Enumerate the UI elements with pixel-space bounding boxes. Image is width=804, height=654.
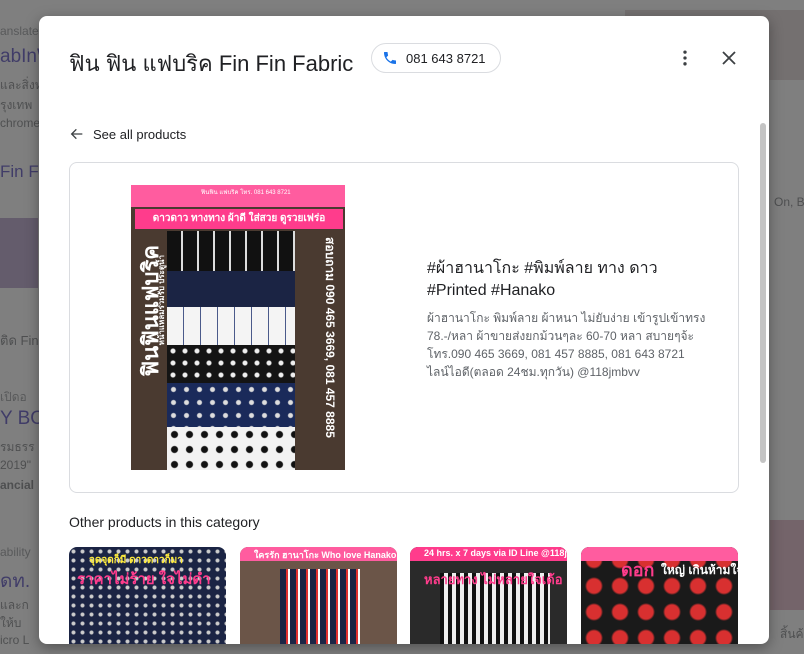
phone-icon — [384, 52, 396, 64]
product-thumbnail[interactable]: 24 hrs. x 7 days via ID Line @118jmbvv ห… — [410, 547, 567, 644]
scrollbar-thumb[interactable] — [760, 123, 766, 463]
product-thumbnail[interactable]: จุดจุดก็มี ดาวดาวก็มา ราคาไม่ร้าย ใจไม่ด… — [69, 547, 226, 644]
see-all-products-label: See all products — [93, 126, 187, 142]
thumbnail-text: หลายทาง ไม่หลายใจเด้อ — [424, 572, 563, 587]
other-products-heading: Other products in this category — [69, 514, 260, 530]
product-title: #ผ้าฮานาโกะ #พิมพ์ลาย ทาง ดาว #Printed #… — [427, 260, 658, 299]
image-banner: ดาวดาว ทางทาง ผ้าดี ใส่สวย ดูรวยเฟร่อ — [135, 209, 343, 229]
thumbnail-text: จุดจุดก็มี ดาวดาวก็มา — [89, 555, 183, 566]
arrow-back-icon — [70, 128, 83, 140]
thumbnail-text: ใหญ่ เกินห้ามใจ — [661, 563, 738, 577]
thumbnail-text: ใครรัก ฮานาโกะ Who love Hanako — [254, 550, 397, 560]
see-all-products-link[interactable]: See all products — [69, 126, 186, 142]
fabric-swatch — [167, 231, 295, 271]
image-phones-text: สอบถาม 090 465 3669, 081 457 8885 — [323, 237, 337, 438]
product-image[interactable]: ฟินฟิน แฟบริค โทร. 081 643 8721 ดาวดาว ท… — [131, 185, 345, 470]
image-shop-text: หน้าแหลมร่วมรับ ประตูน้ำ — [157, 255, 166, 346]
fabric-swatch — [167, 427, 295, 470]
fabric-swatch — [167, 345, 295, 383]
fabric-swatch — [280, 569, 360, 644]
product-thumbnail[interactable]: ดอก ใหญ่ เกินห้ามใจ — [581, 547, 738, 644]
more-vert-icon — [683, 50, 687, 66]
close-icon — [722, 51, 736, 65]
fabric-swatch — [167, 307, 295, 345]
call-button[interactable]: 081 643 8721 — [371, 43, 501, 73]
thumbnail-text: 24 hrs. x 7 days via ID Line @118jmbvv — [424, 548, 567, 558]
image-top-text: ฟินฟิน แฟบริค โทร. 081 643 8721 — [201, 190, 291, 196]
thumbnail-text: ราคาไม่ร้าย ใจไม่ดำ — [77, 571, 211, 588]
phone-number: 081 643 8721 — [406, 50, 486, 66]
product-card: ฟินฟิน แฟบริค โทร. 081 643 8721 ดาวดาว ท… — [69, 162, 739, 493]
business-title: ฟิน ฟิน แฟบริค Fin Fin Fabric — [69, 51, 354, 76]
business-dialog: ฟิน ฟิน แฟบริค Fin Fin Fabric 081 643 87… — [39, 16, 769, 644]
thumbnail-top-bar — [581, 547, 738, 561]
thumbnail-text: ดอก — [621, 560, 655, 580]
product-thumbnail[interactable]: ใครรัก ฮานาโกะ Who love Hanako — [240, 547, 397, 644]
fabric-swatch — [167, 271, 295, 307]
fabric-swatch — [167, 383, 295, 427]
close-button[interactable] — [715, 44, 743, 72]
more-options-button[interactable] — [671, 44, 699, 72]
product-description: ผ้าฮานาโกะ พิมพ์ลาย ผ้าหนา ไม่ยับง่าย เข… — [427, 311, 706, 379]
